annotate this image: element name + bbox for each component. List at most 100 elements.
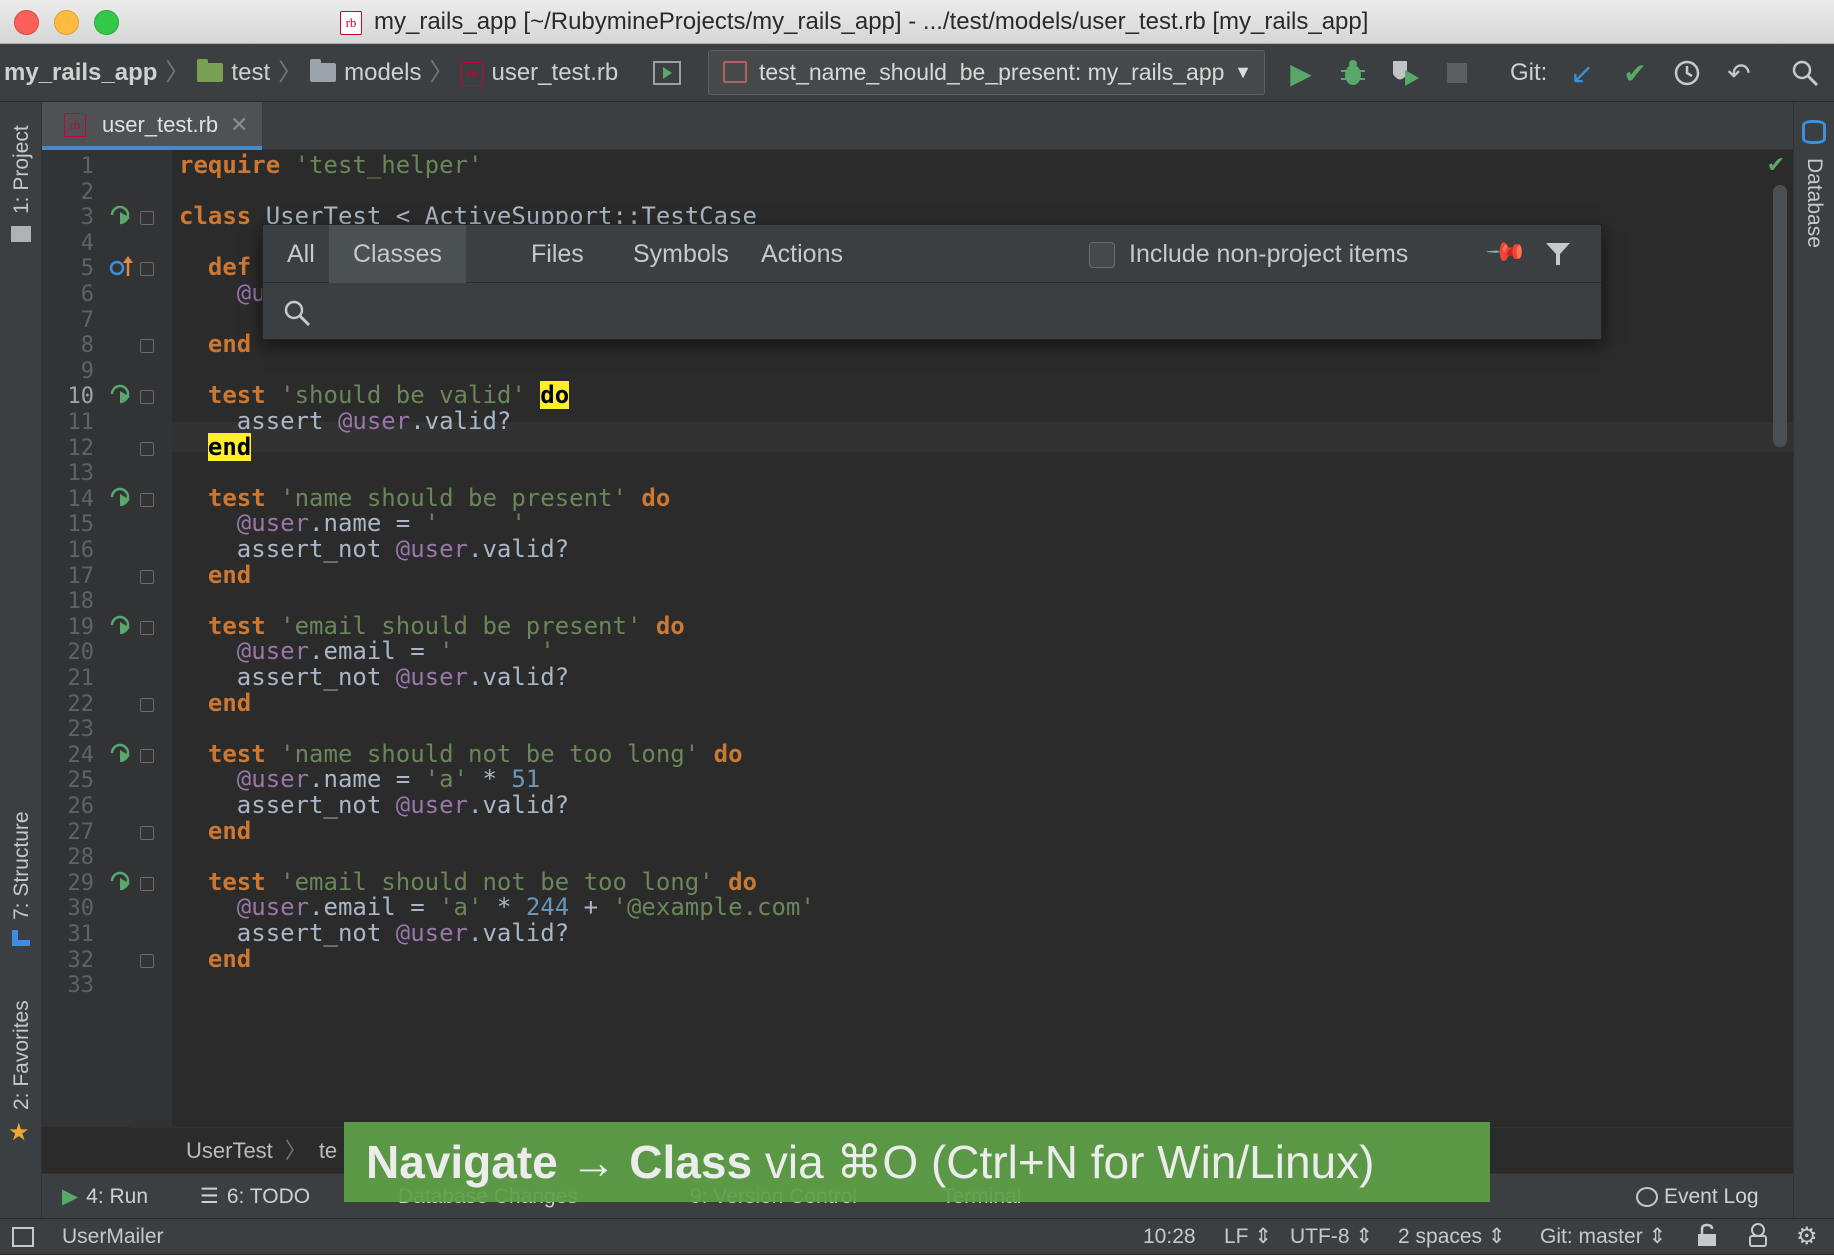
fold-marker-icon[interactable] — [140, 569, 154, 584]
line-number: 20 — [67, 640, 95, 666]
run-test-gutter-icon[interactable] — [108, 382, 134, 408]
code-line[interactable]: test 'email should not be too long' do — [179, 868, 757, 896]
code-line[interactable]: test 'name should not be too long' do — [179, 740, 743, 768]
line-number: 8 — [80, 333, 94, 359]
breadcrumb-class[interactable]: UserTest — [186, 1138, 273, 1163]
run-test-gutter-icon[interactable] — [108, 613, 134, 639]
breadcrumb-test[interactable]: test — [231, 59, 270, 86]
minimize-window-button[interactable] — [54, 10, 79, 35]
run-tool-tab[interactable]: ▶ 4: Run — [62, 1174, 148, 1219]
revert-icon[interactable]: ↶ — [1722, 56, 1756, 90]
todo-tool-tab[interactable]: ☰ 6: TODO — [200, 1174, 310, 1219]
class-search-input[interactable] — [333, 291, 1573, 333]
structure-tool-tab[interactable]: 7: Structure — [10, 811, 34, 920]
fold-marker-icon[interactable] — [140, 211, 154, 226]
chevron-down-icon: ▼ — [1234, 62, 1252, 82]
fold-marker-icon[interactable] — [140, 492, 154, 507]
fold-marker-icon[interactable] — [140, 262, 154, 277]
run-icon[interactable]: ▶ — [1284, 56, 1318, 90]
breadcrumb-method[interactable]: te — [319, 1138, 337, 1163]
code-line[interactable]: @user.name = 'a' * 51 — [179, 765, 540, 793]
breadcrumb-project[interactable]: my_rails_app — [4, 59, 157, 86]
caret-position[interactable]: 10:28 — [1143, 1219, 1196, 1255]
popup-tab-actions[interactable]: Actions — [737, 225, 867, 283]
search-everywhere-icon[interactable] — [1788, 56, 1822, 90]
fold-marker-icon[interactable] — [140, 697, 154, 712]
database-tool-tab[interactable]: Database — [1802, 158, 1826, 248]
stop-icon[interactable] — [1440, 56, 1474, 90]
popup-tab-all[interactable]: All — [263, 225, 339, 283]
code-line[interactable]: @user.email = ' ' — [179, 637, 555, 665]
line-number: 28 — [67, 845, 95, 871]
run-test-gutter-icon[interactable] — [108, 203, 134, 229]
breadcrumb-file[interactable]: user_test.rb — [491, 59, 618, 86]
code-line[interactable]: end — [179, 330, 251, 358]
vcs-commit-icon[interactable]: ✔ — [1618, 56, 1652, 90]
tool-window-toggle-icon[interactable] — [12, 1219, 34, 1255]
history-icon[interactable] — [1670, 56, 1704, 90]
run-test-gutter-icon[interactable] — [108, 485, 134, 511]
lock-icon[interactable] — [1696, 1219, 1718, 1255]
pin-icon[interactable]: 📌 — [1482, 230, 1530, 278]
fold-marker-icon[interactable] — [140, 953, 154, 968]
encoding-selector[interactable]: UTF-8 ⇕ — [1290, 1219, 1373, 1255]
event-log-tool-tab[interactable]: Event Log — [1636, 1174, 1759, 1219]
line-number: 22 — [67, 691, 95, 717]
code-line[interactable]: assert_not @user.valid? — [179, 535, 569, 563]
line-separator-selector[interactable]: LF ⇕ — [1224, 1219, 1272, 1255]
code-line[interactable]: assert @user.valid? — [179, 407, 512, 435]
popup-tab-files[interactable]: Files — [507, 225, 608, 283]
code-line[interactable]: end — [179, 689, 251, 717]
tab-user-test[interactable]: rb user_test.rb ✕ — [42, 102, 262, 150]
database-icon — [1802, 120, 1826, 144]
code-line[interactable]: end — [179, 432, 252, 461]
code-line[interactable]: end — [179, 817, 251, 845]
code-line[interactable]: assert_not @user.valid? — [179, 791, 569, 819]
code-line[interactable]: test 'email should be present' do — [179, 612, 685, 640]
filter-icon[interactable] — [1543, 239, 1573, 274]
code-line[interactable]: def — [179, 253, 251, 281]
fold-marker-icon[interactable] — [140, 390, 154, 405]
maximize-window-button[interactable] — [94, 10, 119, 35]
fold-marker-icon[interactable] — [140, 620, 154, 635]
inspector-icon[interactable] — [1746, 1219, 1770, 1255]
fold-marker-icon[interactable] — [140, 876, 154, 891]
code-line[interactable]: @user.email = 'a' * 244 + '@example.com' — [179, 893, 815, 921]
run-test-gutter-icon[interactable] — [108, 869, 134, 895]
favorites-tool-tab[interactable]: 2: Favorites — [10, 1000, 34, 1110]
run-configuration-dropdown[interactable]: test_name_should_be_present: my_rails_ap… — [708, 50, 1265, 95]
code-line[interactable]: assert_not @user.valid? — [179, 919, 569, 947]
close-window-button[interactable] — [14, 10, 39, 35]
code-line[interactable]: test 'should be valid' do — [179, 381, 570, 410]
code-line[interactable]: @user.name = ' ' — [179, 509, 526, 537]
vcs-update-icon[interactable]: ↙ — [1565, 56, 1599, 90]
vcs-branch-selector[interactable]: Git: master ⇕ — [1540, 1219, 1666, 1255]
debug-icon[interactable] — [1336, 56, 1370, 90]
fold-marker-icon[interactable] — [140, 825, 154, 840]
run-anything-icon[interactable] — [650, 56, 684, 90]
override-gutter-icon[interactable] — [108, 254, 134, 280]
code-line[interactable]: require 'test_helper' — [179, 151, 482, 179]
fold-marker-icon[interactable] — [140, 441, 154, 456]
code-line[interactable]: end — [179, 945, 251, 973]
popup-tab-symbols[interactable]: Symbols — [609, 225, 753, 283]
run-test-gutter-icon[interactable] — [108, 741, 134, 767]
line-number: 17 — [67, 563, 95, 589]
project-tool-tab[interactable]: 1: Project — [10, 125, 34, 214]
popup-tab-classes[interactable]: Classes — [329, 225, 466, 283]
code-line[interactable]: assert_not @user.valid? — [179, 663, 569, 691]
breadcrumb-models[interactable]: models — [344, 59, 421, 86]
code-line[interactable]: @u — [179, 279, 266, 307]
fold-marker-icon[interactable] — [140, 339, 154, 354]
ruby-file-icon: rb — [64, 113, 86, 137]
include-non-project-checkbox[interactable] — [1089, 242, 1115, 268]
run-with-coverage-icon[interactable] — [1388, 56, 1422, 90]
settings-icon[interactable]: ⚙ — [1796, 1219, 1818, 1255]
indent-selector[interactable]: 2 spaces ⇕ — [1398, 1219, 1506, 1255]
vertical-scrollbar[interactable] — [1773, 185, 1787, 447]
title-bar: rb my_rails_app [~/RubymineProjects/my_ra… — [0, 0, 1834, 44]
fold-marker-icon[interactable] — [140, 748, 154, 763]
code-line[interactable]: test 'name should be present' do — [179, 484, 670, 512]
code-line[interactable]: end — [179, 561, 251, 589]
close-tab-icon[interactable]: ✕ — [230, 102, 248, 148]
